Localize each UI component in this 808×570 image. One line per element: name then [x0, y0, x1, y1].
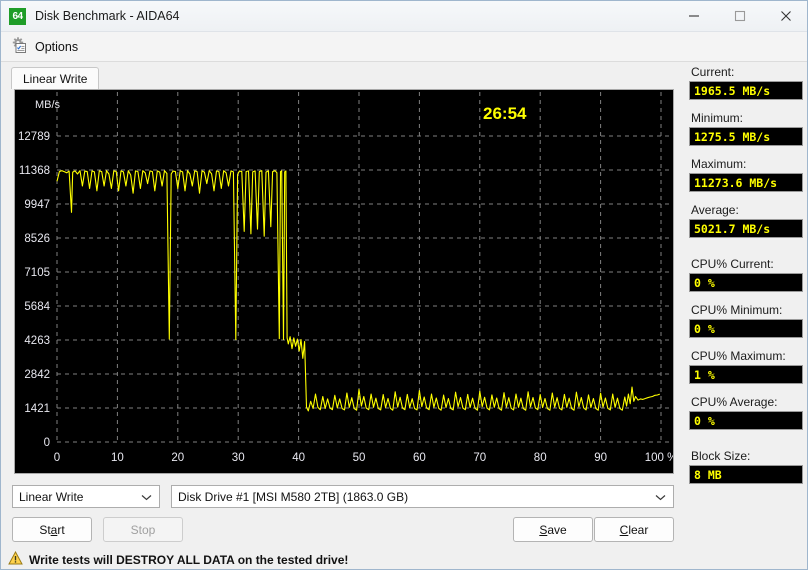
x-tick-label: 20	[171, 452, 184, 464]
stat-value: 1965.5 MB/s	[689, 81, 803, 100]
x-tick-label: 70	[473, 452, 486, 464]
stat-value: 1 %	[689, 365, 803, 384]
tab-linear-write[interactable]: Linear Write	[11, 67, 100, 89]
y-tick-label: 12789	[18, 131, 50, 143]
stat-label: Minimum:	[691, 111, 744, 125]
minimize-icon[interactable]	[671, 1, 717, 31]
y-tick-label: 4263	[24, 335, 50, 347]
y-tick-label: 9947	[24, 199, 50, 211]
x-tick-label: 50	[353, 452, 366, 464]
stop-button[interactable]: Stop	[103, 517, 183, 542]
start-button-label: Start	[39, 522, 65, 537]
stat-label: CPU% Maximum:	[691, 349, 786, 363]
stat-value: 0 %	[689, 319, 803, 338]
stat-label: Average:	[691, 203, 739, 217]
warning-text: Write tests will DESTROY ALL DATA on the…	[29, 553, 349, 567]
x-tick-label: 30	[232, 452, 245, 464]
maximize-icon[interactable]	[717, 1, 763, 31]
action-buttons-row: Start Stop Save Clear	[12, 517, 674, 542]
disk-benchmark-window: 64 Disk Benchmark - AIDA64 Options Linea…	[0, 0, 808, 570]
app-icon: 64	[9, 7, 26, 25]
stat-label: Current:	[691, 65, 735, 79]
stat-label: Maximum:	[691, 157, 747, 171]
x-tick-label: 90	[594, 452, 607, 464]
options-menu-item[interactable]: Options	[5, 34, 86, 59]
stat-value: 8 MB	[689, 465, 803, 484]
stat-label: CPU% Current:	[691, 257, 774, 271]
stop-button-label: Stop	[130, 522, 156, 537]
y-tick-label: 1421	[24, 403, 50, 415]
test-type-value: Linear Write	[19, 489, 84, 504]
stat-value: 11273.6 MB/s	[689, 173, 803, 192]
y-tick-label: 8526	[24, 233, 50, 245]
x-tick-label: 60	[413, 452, 426, 464]
save-button-label: Save	[539, 522, 567, 537]
drive-select-value: Disk Drive #1 [MSI M580 2TB] (1863.0 GB)	[178, 489, 409, 504]
y-tick-label: 2842	[24, 369, 50, 381]
gear-checklist-icon	[11, 36, 29, 57]
menu-bar: Options	[1, 32, 807, 62]
x-tick-label: 10	[111, 452, 124, 464]
elapsed-timer: 26:54	[483, 104, 527, 123]
save-button[interactable]: Save	[513, 517, 593, 542]
chevron-down-icon	[655, 486, 666, 509]
window-title: Disk Benchmark - AIDA64	[35, 9, 180, 23]
tab-label: Linear Write	[23, 71, 88, 86]
y-tick-label: 0	[44, 437, 50, 449]
x-tick-label: 80	[534, 452, 547, 464]
stat-label: CPU% Average:	[691, 395, 778, 409]
x-tick-label: 40	[292, 452, 305, 464]
warning-bar: Write tests will DESTROY ALL DATA on the…	[1, 549, 807, 570]
y-tick-label: 5684	[24, 301, 50, 313]
chevron-down-icon	[141, 486, 152, 509]
stat-value: 5021.7 MB/s	[689, 219, 803, 238]
drive-select[interactable]: Disk Drive #1 [MSI M580 2TB] (1863.0 GB)	[171, 485, 674, 508]
x-tick-label: 100 %	[645, 452, 673, 464]
clear-button-label: Clear	[619, 522, 649, 537]
chart-svg: 014212842426356847105852699471136812789 …	[15, 90, 673, 473]
options-menu-label: Options	[35, 39, 79, 54]
stats-panel: Current: 1965.5 MB/s Minimum: 1275.5 MB/s Ma…	[689, 65, 803, 495]
chart-y-axis-unit: MB/s	[35, 99, 61, 111]
stat-value: 1275.5 MB/s	[689, 127, 803, 146]
chart-background	[15, 90, 673, 473]
y-tick-label: 11368	[19, 165, 50, 177]
tab-strip: Linear Write	[11, 67, 683, 89]
benchmark-chart: 0 1421 2842 4263 5684 7105 8526 9947 11368 12789 …	[14, 89, 674, 474]
test-type-select[interactable]: Linear Write	[12, 485, 160, 508]
stat-label: Block Size:	[691, 449, 751, 463]
window-controls	[671, 1, 807, 31]
stat-value: 0 %	[689, 411, 803, 430]
start-button[interactable]: Start	[12, 517, 92, 542]
stat-label: CPU% Minimum:	[691, 303, 783, 317]
close-icon[interactable]	[763, 1, 807, 31]
stat-value: 0 %	[689, 273, 803, 292]
x-tick-label: 0	[54, 452, 60, 464]
title-bar: 64 Disk Benchmark - AIDA64	[1, 1, 807, 32]
selection-row: Linear Write Disk Drive #1 [MSI M580 2TB…	[12, 485, 674, 508]
clear-button[interactable]: Clear	[594, 517, 674, 542]
warning-triangle-icon	[8, 550, 23, 570]
y-tick-label: 7105	[24, 267, 50, 279]
